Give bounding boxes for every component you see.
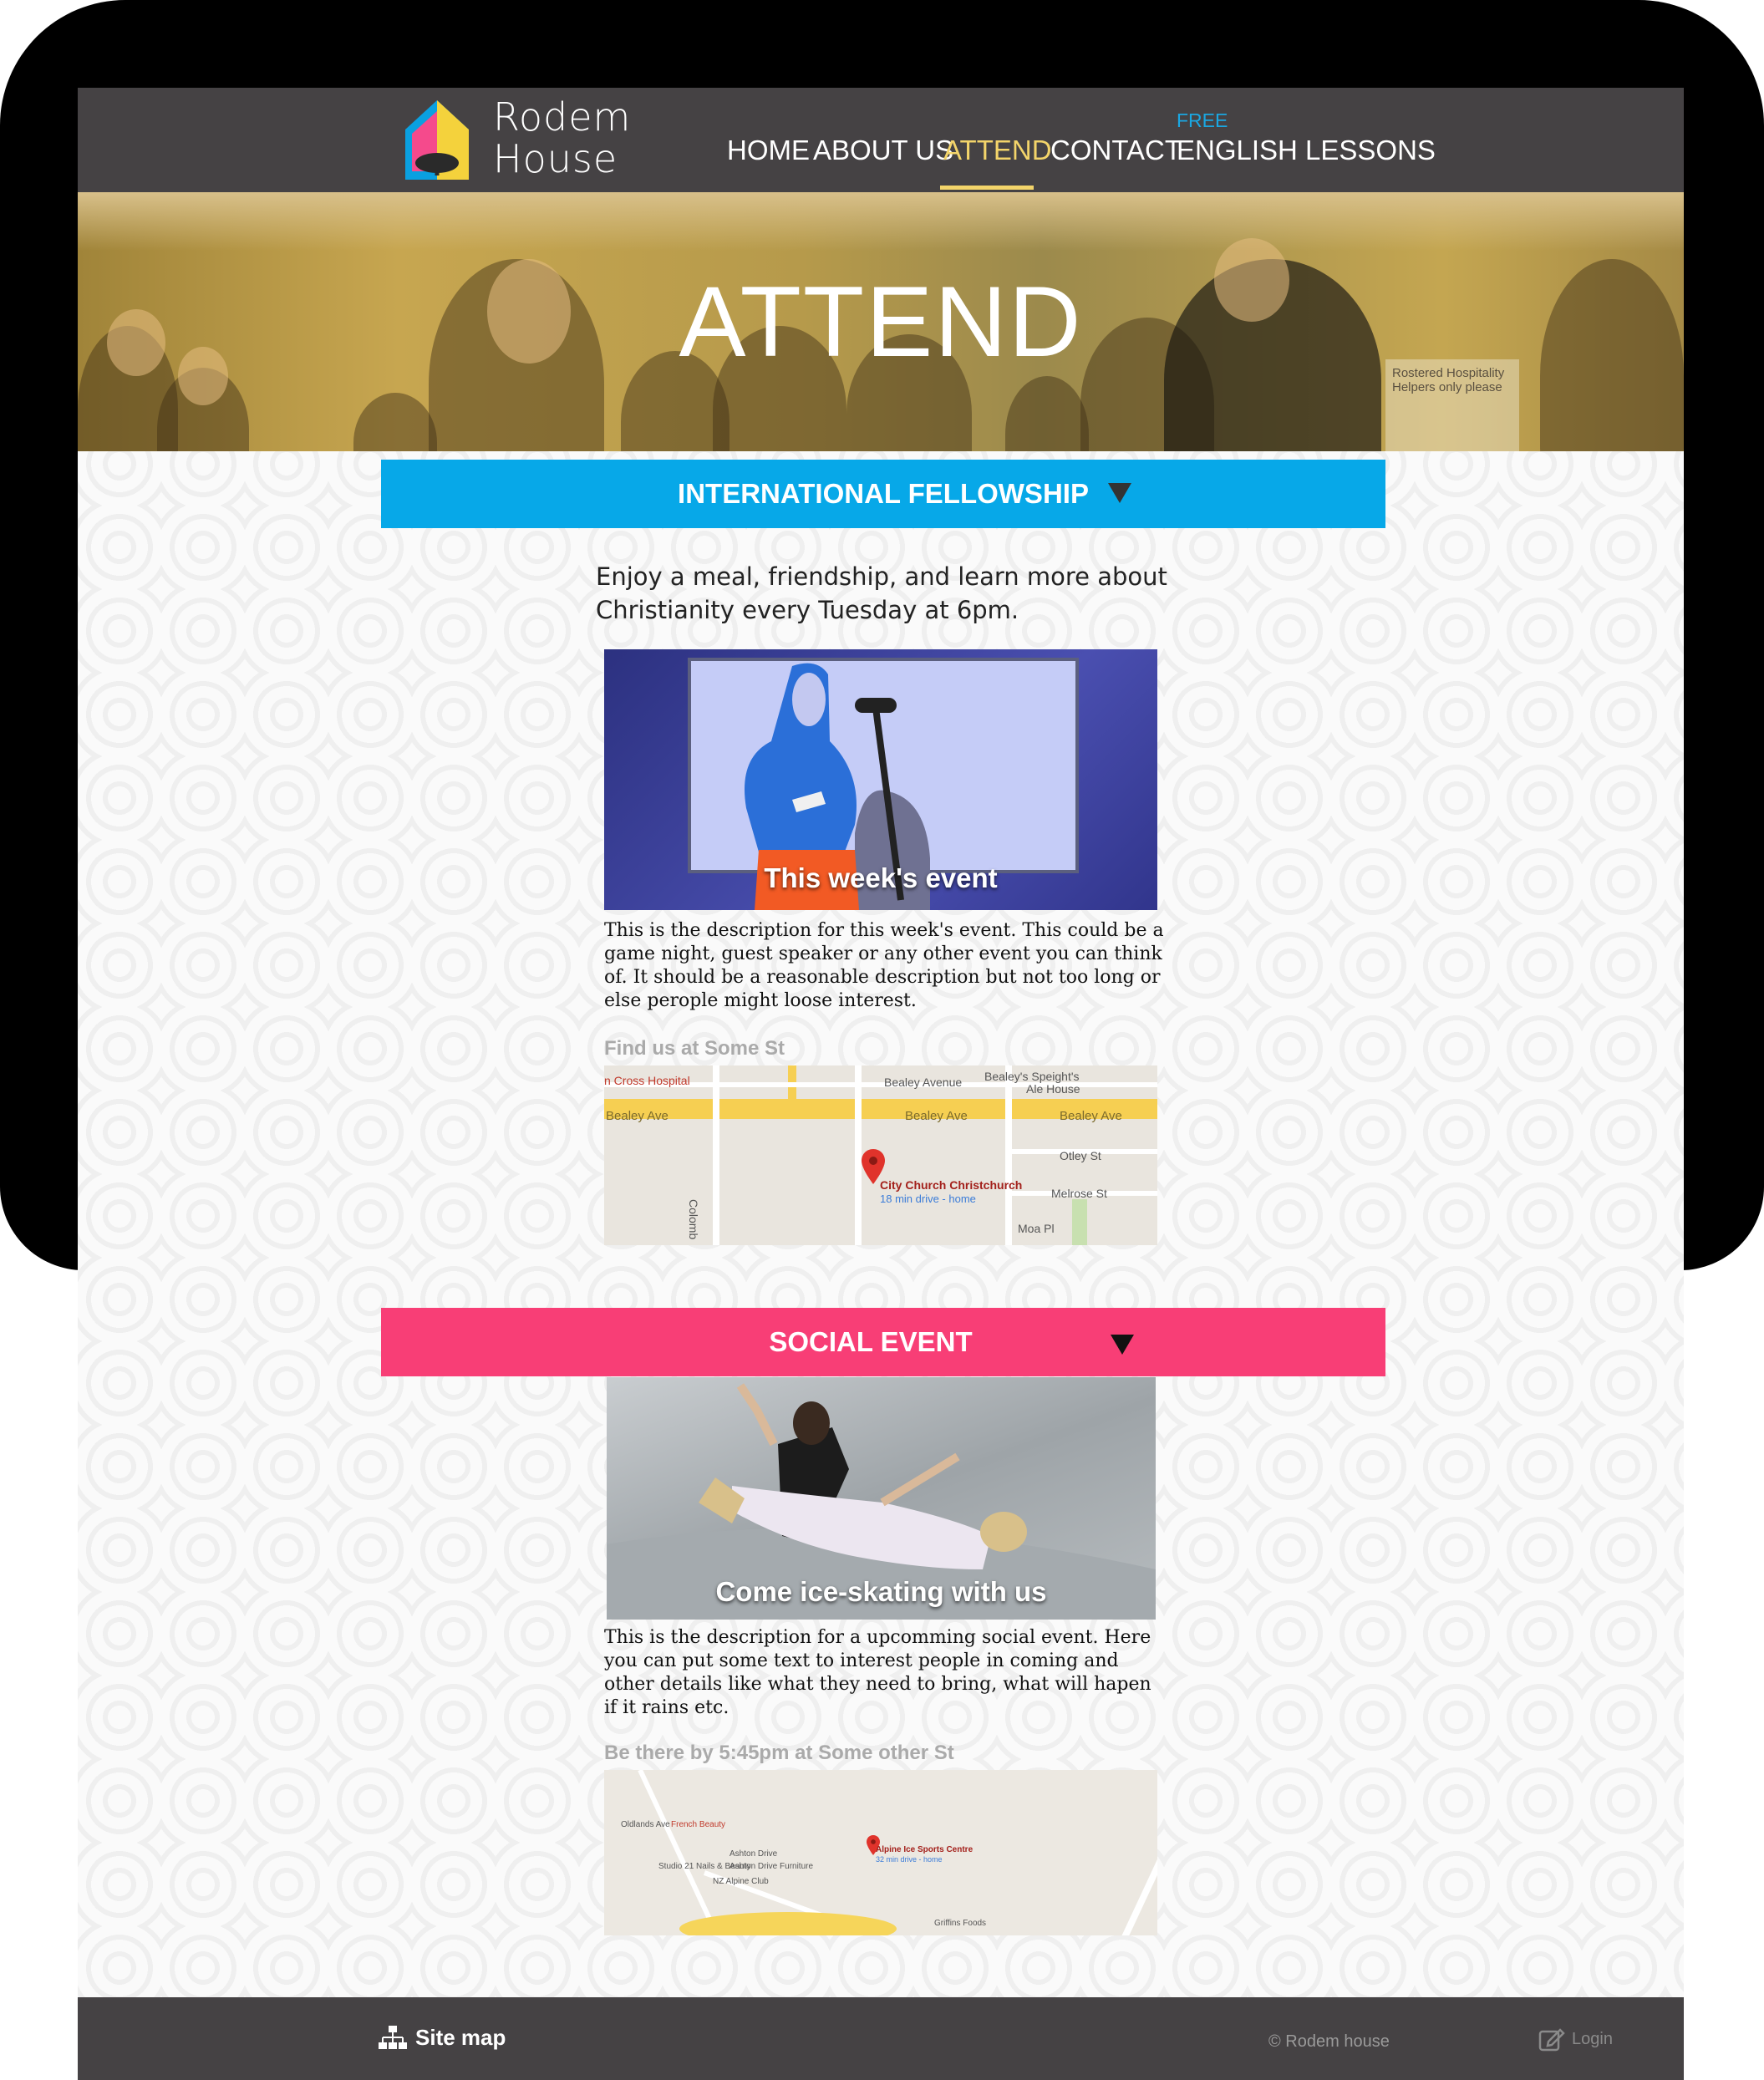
- footer: Site map © Rodem house Login: [78, 1997, 1684, 2080]
- nav-free-badge: FREE: [1177, 109, 1228, 131]
- map-roundabout: [679, 1912, 897, 1935]
- fellowship-accordion-header[interactable]: INTERNATIONAL FELLOWSHIP: [381, 460, 1385, 528]
- map-label-alpine-club: NZ Alpine Club: [713, 1877, 769, 1886]
- hero-banner: Rostered Hospitality Helpers only please…: [78, 192, 1684, 451]
- map-label-bealey-ave-1: Bealey Ave: [606, 1109, 668, 1123]
- map-label-moa: Moa Pl: [1018, 1222, 1055, 1235]
- page: Rodem House HOME ABOUT US ATTEND CONTACT…: [78, 88, 1684, 2080]
- map-label-church: City Church Christchurch: [880, 1178, 1023, 1192]
- nav-about[interactable]: ABOUT US: [813, 134, 953, 167]
- fellowship-event-caption: This week's event: [764, 862, 998, 893]
- login-label: Login: [1572, 2029, 1613, 2048]
- fellowship-intro: Enjoy a meal, friendship, and learn more…: [596, 562, 1167, 624]
- social-event-image[interactable]: Come ice-skating with us: [607, 1377, 1156, 1620]
- fellowship-map[interactable]: n Cross Hospital Bealey Avenue Bealey's …: [604, 1065, 1157, 1245]
- map-label-french: French Beauty: [671, 1820, 726, 1829]
- social-event-description: This is the description for a upcomming …: [604, 1627, 1151, 1718]
- map-road-colombo: [713, 1065, 719, 1245]
- map-label-hospital: n Cross Hospital: [604, 1074, 690, 1087]
- map-label-venue-sub: 32 min drive - home: [876, 1855, 943, 1864]
- fellowship-header-label: INTERNATIONAL FELLOWSHIP: [678, 478, 1089, 509]
- map-label-bealey-avenue: Bealey Avenue: [884, 1076, 963, 1089]
- copyright: © Rodem house: [1268, 2032, 1390, 2051]
- nav-contact[interactable]: CONTACT: [1050, 134, 1182, 167]
- social-accordion-header[interactable]: SOCIAL EVENT: [381, 1308, 1385, 1376]
- login-link[interactable]: Login: [1538, 2027, 1613, 2052]
- map-label-venue: Alpine Ice Sports Centre: [876, 1845, 974, 1854]
- edit-icon: [1538, 2028, 1565, 2052]
- social-event-caption: Come ice-skating with us: [715, 1576, 1047, 1607]
- nav-attend[interactable]: ATTEND: [943, 134, 1052, 167]
- fellowship-event-description: This is the description for this week's …: [604, 920, 1164, 1011]
- map-label-studio: Studio 21 Nails & Beauty: [658, 1862, 751, 1871]
- map-road-minor: [788, 1065, 796, 1116]
- hero-photo-person: [1005, 376, 1089, 451]
- map-road-diagonal: [638, 1770, 713, 1921]
- hero-ceiling: [78, 192, 1684, 251]
- brand-name-line1: Rodem: [493, 94, 632, 140]
- hero-sign-line2: Helpers only please: [1392, 380, 1502, 394]
- map-park: [1072, 1199, 1087, 1245]
- sitemap-icon: [379, 2025, 407, 2049]
- social-header-label: SOCIAL EVENT: [769, 1326, 973, 1357]
- map-road-vertical: [1005, 1065, 1012, 1245]
- collapse-arrow-icon[interactable]: [1108, 483, 1131, 503]
- site-map-label: Site map: [415, 2025, 506, 2050]
- brand-name-line2: House: [493, 136, 618, 181]
- map-label-speights: Bealey's Speight's: [984, 1070, 1080, 1083]
- map-label-drive: 18 min drive - home: [880, 1193, 976, 1205]
- fellowship-location-label: Find us at Some St: [604, 1037, 785, 1060]
- map-label-bealey-ave-3: Bealey Ave: [1060, 1109, 1122, 1123]
- map-label-colombo: Colomb: [687, 1199, 700, 1240]
- nav-english-lessons[interactable]: ENGLISH LESSONS: [1177, 134, 1436, 167]
- social-map[interactable]: Oldlands Ave French Beauty Ashton Drive …: [604, 1770, 1157, 1935]
- page-title: ATTEND: [679, 266, 1083, 378]
- map-road-manchester: [855, 1065, 862, 1245]
- map-label-otley: Otley St: [1060, 1149, 1101, 1162]
- map-label-speights-2: Ale House: [1026, 1082, 1080, 1096]
- brand-name[interactable]: Rodem House: [493, 96, 631, 180]
- map-label-bealey-ave-2: Bealey Ave: [905, 1109, 968, 1123]
- map-label-melrose: Melrose St: [1051, 1187, 1107, 1200]
- hero-photo-person: [353, 393, 437, 451]
- map-label-oldlands: Oldlands Ave: [621, 1820, 670, 1829]
- site-map-link[interactable]: Site map: [379, 2025, 506, 2051]
- nav-home[interactable]: HOME: [727, 134, 810, 167]
- collapse-arrow-icon[interactable]: [1111, 1335, 1134, 1355]
- social-location-label: Be there by 5:45pm at Some other St: [604, 1742, 954, 1764]
- map-road-right: [1120, 1856, 1157, 1935]
- nav-active-underline: [940, 186, 1034, 190]
- navbar: Rodem House HOME ABOUT US ATTEND CONTACT…: [78, 88, 1684, 192]
- map-label-griffins: Griffins Foods: [934, 1919, 987, 1928]
- map-label-ashton: Ashton Drive: [729, 1849, 778, 1859]
- fellowship-event-image[interactable]: This week's event: [604, 649, 1157, 910]
